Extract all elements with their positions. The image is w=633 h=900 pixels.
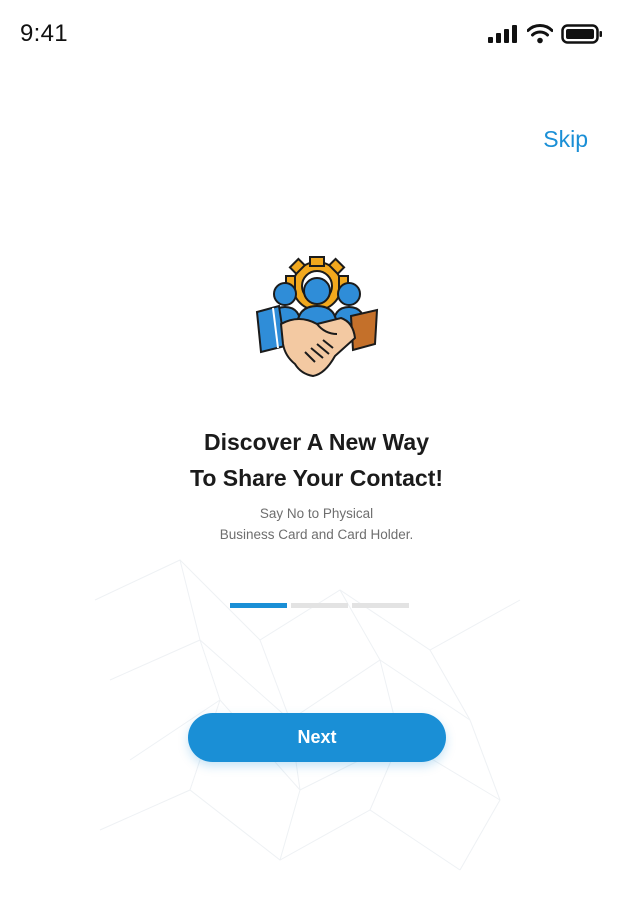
status-bar: 9:41	[0, 0, 633, 70]
progress-step-1	[230, 603, 287, 608]
next-button[interactable]: Next	[188, 713, 446, 762]
subtext-line-2: Business Card and Card Holder.	[219, 527, 414, 542]
headline-line-2: To Share Your Contact!	[189, 465, 444, 491]
onboarding-headline: Discover A New Way To Share Your Contact…	[0, 424, 633, 496]
onboarding-subtext: Say No to Physical Business Card and Car…	[0, 503, 633, 545]
progress-step-2	[291, 603, 348, 608]
handshake-team-icon	[255, 256, 379, 378]
skip-button[interactable]: Skip	[543, 126, 588, 153]
subtext-line-1: Say No to Physical	[259, 506, 374, 521]
status-time: 9:41	[20, 20, 68, 47]
progress-step-3	[352, 603, 409, 608]
status-icons	[487, 23, 603, 45]
wifi-icon	[527, 24, 553, 44]
onboarding-progress-indicator	[230, 603, 409, 608]
headline-line-1: Discover A New Way	[204, 429, 429, 455]
signal-icon	[488, 25, 517, 43]
battery-icon	[561, 24, 602, 44]
